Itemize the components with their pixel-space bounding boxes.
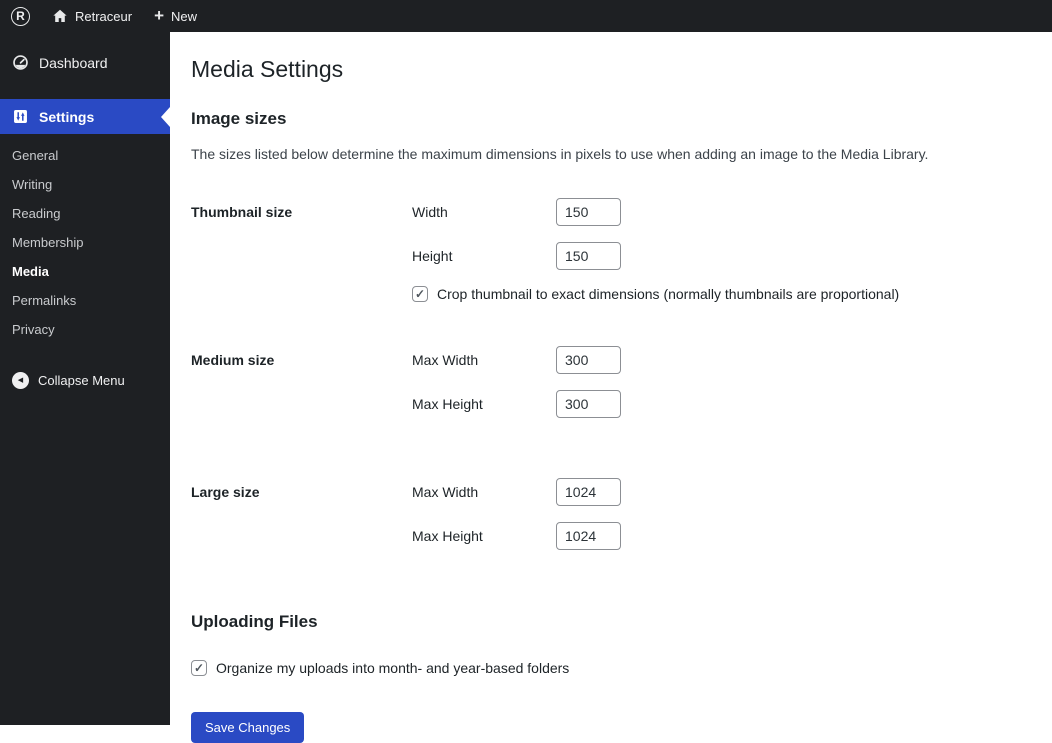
submenu-item-reading[interactable]: Reading [0, 199, 170, 228]
thumbnail-width-input[interactable] [556, 198, 621, 227]
medium-max-width-input[interactable] [556, 346, 621, 375]
large-size-label: Large size [191, 484, 260, 501]
check-icon: ✓ [414, 287, 426, 302]
thumbnail-width-label: Width [412, 204, 448, 221]
sidebar-item-settings[interactable]: Settings [0, 99, 170, 134]
uploading-files-heading: Uploading Files [191, 612, 318, 632]
collapse-menu-label: Collapse Menu [38, 373, 125, 388]
image-sizes-heading: Image sizes [191, 108, 287, 128]
medium-size-label: Medium size [191, 352, 275, 369]
large-size-row: Large size Max Width Max Height [191, 478, 1028, 566]
admin-bar: R Retraceur + New [0, 0, 1052, 32]
collapse-menu-button[interactable]: ◀ Collapse Menu [0, 362, 170, 399]
submenu-item-privacy[interactable]: Privacy [0, 315, 170, 344]
crop-thumbnail-label: Crop thumbnail to exact dimensions (norm… [437, 286, 900, 303]
main-content: Media Settings Image sizes The sizes lis… [170, 32, 1052, 743]
home-icon [52, 8, 68, 24]
medium-max-width-label: Max Width [412, 352, 479, 369]
organize-uploads-checkbox[interactable]: ✓ [191, 660, 207, 677]
large-max-height-input[interactable] [556, 522, 621, 551]
submenu-item-media[interactable]: Media [0, 257, 170, 286]
thumbnail-size-label: Thumbnail size [191, 204, 293, 221]
large-max-width-input[interactable] [556, 478, 621, 507]
plus-icon: + [154, 5, 165, 25]
medium-max-height-input[interactable] [556, 390, 621, 419]
page-title: Media Settings [191, 56, 344, 82]
sidebar-item-label: Settings [39, 108, 95, 125]
submenu-item-writing[interactable]: Writing [0, 170, 170, 199]
submenu-item-membership[interactable]: Membership [0, 228, 170, 257]
medium-max-height-label: Max Height [412, 396, 483, 413]
adminbar-new-label: New [171, 8, 198, 24]
medium-size-row: Medium size Max Width Max Height [191, 346, 1028, 434]
check-icon: ✓ [193, 661, 205, 676]
current-menu-arrow [161, 106, 170, 127]
submenu-item-permalinks[interactable]: Permalinks [0, 286, 170, 315]
crop-thumbnail-checkbox[interactable]: ✓ [412, 286, 428, 303]
thumbnail-size-row: Thumbnail size Width Height ✓ Crop [191, 198, 1028, 303]
submenu-item-general[interactable]: General [0, 141, 170, 170]
image-sizes-form: Thumbnail size Width Height ✓ Crop [191, 198, 1028, 566]
image-sizes-description: The sizes listed below determine the max… [191, 145, 929, 162]
adminbar-new-button[interactable]: + New [143, 0, 208, 32]
sidebar-item-dashboard[interactable]: Dashboard [0, 45, 170, 80]
thumbnail-height-label: Height [412, 248, 453, 265]
settings-sliders-icon [12, 108, 29, 125]
large-max-width-label: Max Width [412, 484, 479, 501]
sidebar-item-label: Dashboard [39, 54, 108, 71]
organize-uploads-label: Organize my uploads into month- and year… [216, 660, 570, 677]
thumbnail-height-input[interactable] [556, 242, 621, 271]
adminbar-site-name: Retraceur [75, 8, 133, 24]
dashboard-gauge-icon [12, 54, 29, 71]
large-max-height-label: Max Height [412, 528, 483, 545]
adminbar-site-link[interactable]: Retraceur [41, 0, 143, 32]
admin-sidebar: Dashboard Settings General Writing Readi… [0, 32, 170, 725]
page-frame: Dashboard Settings General Writing Readi… [0, 0, 1052, 743]
settings-submenu: General Writing Reading Membership Media… [0, 134, 170, 354]
collapse-arrow-icon: ◀ [12, 372, 29, 389]
adminbar-logo-menu[interactable]: R [0, 0, 41, 32]
retraceur-logo-icon: R [11, 6, 30, 26]
save-changes-button[interactable]: Save Changes [191, 712, 305, 743]
